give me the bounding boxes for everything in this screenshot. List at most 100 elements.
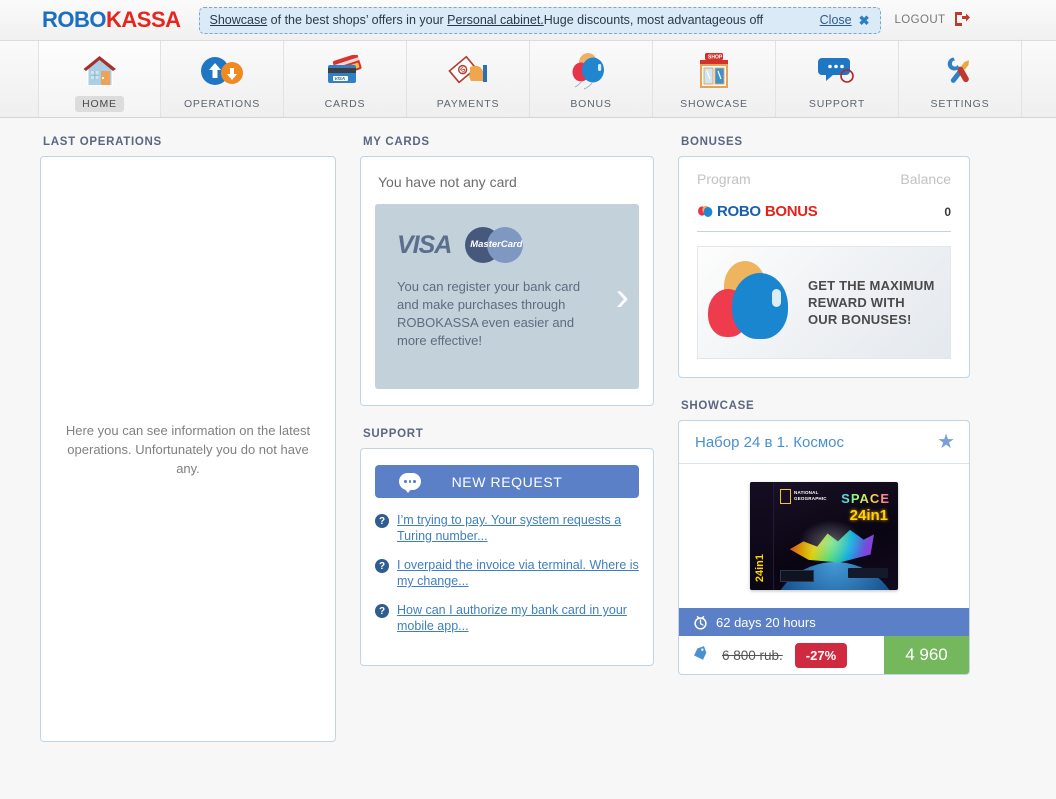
box-count-label: 24in1 [849,507,888,524]
box-space-word: SPACE [841,491,890,506]
nav-item-payments[interactable]: S PAYMENTS [407,41,530,117]
arrows-updown-icon [200,49,244,93]
main-navigation: HOME OPERATIONS VISA CARDS S PAYMENTS BO… [0,41,1056,118]
support-panel: NEW REQUEST ? I’m trying to pay. Your sy… [360,448,654,666]
chat-bubbles-icon [816,49,858,93]
section-title-last-operations: LAST OPERATIONS [43,136,162,148]
section-title-my-cards: MY CARDS [363,136,430,148]
national-geographic-frame-icon [780,489,791,504]
promo-link-personal-cabinet[interactable]: Personal cabinet. [447,13,544,27]
new-price[interactable]: 4 960 [884,636,969,674]
banner-line-3: OUR BONUSES! [808,312,912,327]
faq-item[interactable]: ? I overpaid the invoice via terminal. W… [375,557,639,589]
new-request-button[interactable]: NEW REQUEST [375,465,639,498]
showcase-product-image[interactable]: NATIONAL GEOGRAPHIC SPACE 24in1 24in1 [679,464,969,608]
promo-link-showcase[interactable]: Showcase [210,13,268,27]
no-card-text: You have not any card [378,174,517,190]
balloons-banner-icon [698,247,808,358]
box-brand-line2: GEOGRAPHIC [794,495,827,501]
faq-link[interactable]: How can I authorize my bank card in your… [397,602,639,634]
card-promo-text: You can register your bank card and make… [397,279,581,348]
mastercard-logo: MasterCard [465,227,524,263]
question-icon: ? [375,604,389,618]
faq-item[interactable]: ? I’m trying to pay. Your system request… [375,512,639,544]
discount-badge: -27% [794,642,848,668]
spacecraft-glow [796,518,866,568]
nav-item-support[interactable]: SUPPORT [776,41,899,117]
logout-icon [952,10,971,31]
nav-item-operations[interactable]: OPERATIONS [161,41,284,117]
faq-item[interactable]: ? How can I authorize my bank card in yo… [375,602,639,634]
product-box-art: NATIONAL GEOGRAPHIC SPACE 24in1 24in1 [750,482,898,590]
bonuses-panel: Program Balance ROBO BONUS 0 GET THE MAX… [678,156,970,378]
nav-item-home[interactable]: HOME [38,41,161,117]
promo-close-link[interactable]: Close [820,13,852,27]
nav-label-cards: CARDS [324,98,366,110]
column-my-cards-support: MY CARDS You have not any card VISA Mast… [360,136,654,742]
logo[interactable]: ROBOKASSA [42,7,181,33]
old-price: 6 800 rub. [722,647,783,663]
close-icon[interactable]: ✖ [859,14,870,27]
question-icon: ? [375,559,389,573]
balloons-small-icon [698,205,713,217]
bonuses-banner-text: GET THE MAXIMUM REWARD WITH OUR BONUSES! [808,277,935,328]
nav-label-operations: OPERATIONS [183,98,261,110]
star-icon[interactable]: ★ [937,432,955,452]
bonuses-table-header: Program Balance [697,171,951,187]
money-hand-icon: S [446,49,490,93]
mastercard-label: MasterCard [470,239,523,250]
nav-item-bonus[interactable]: BONUS [530,41,653,117]
showcase-price-row: 6 800 rub. -27% 4 960 [679,636,969,674]
logout-button[interactable]: LOGOUT [895,10,971,31]
bonuses-col-balance: Balance [900,171,951,187]
nav-item-showcase[interactable]: SHOP SHOWCASE [653,41,776,117]
nav-item-settings[interactable]: SETTINGS [899,41,1022,117]
my-cards-panel: You have not any card VISA MasterCard Yo… [360,156,654,406]
logout-label: LOGOUT [894,14,946,26]
top-bar: ROBOKASSA Showcase of the best shops’ of… [0,0,1056,41]
svg-text:SHOP: SHOP [708,54,723,60]
laser-pegs-badge [848,568,888,578]
robobonus-part2: BONUS [764,203,818,220]
card-registration-promo[interactable]: VISA MasterCard You can register your ba… [375,204,639,389]
nav-label-bonus: BONUS [570,98,612,110]
section-title-support: SUPPORT [363,428,424,440]
logo-robo: ROBO [42,7,107,32]
bonuses-row: ROBO BONUS 0 [697,203,951,232]
logo-kassa: KASSA [106,7,181,32]
visa-logo: VISA [397,230,452,259]
house-icon [80,49,120,93]
showcase-header: Набор 24 в 1. Космос ★ [679,421,969,464]
last-operations-panel: Here you can see information on the late… [40,156,336,742]
nav-label-home: HOME [75,96,124,112]
promo-text: Showcase of the best shops’ offers in yo… [210,13,820,27]
chevron-right-icon[interactable]: › [616,277,629,317]
section-title-bonuses: BONUSES [681,136,743,148]
shop-icon: SHOP [693,49,735,93]
promo-banner: Showcase of the best shops’ offers in yo… [198,6,881,34]
faq-link[interactable]: I’m trying to pay. Your system requests … [397,512,639,544]
faq-link[interactable]: I overpaid the invoice via terminal. Whe… [397,557,639,589]
new-request-label: NEW REQUEST [451,473,563,490]
showcase-product-title[interactable]: Набор 24 в 1. Космос [695,434,844,451]
faq-list: ? I’m trying to pay. Your system request… [375,512,639,634]
showcase-timer: 62 days 20 hours [679,608,969,636]
nav-item-cards[interactable]: VISA CARDS [284,41,407,117]
showcase-panel: Набор 24 в 1. Космос ★ NATIONAL GEOGRAPH… [678,420,970,675]
spine-count-label: 24in1 [754,553,766,582]
column-bonuses-showcase: BONUSES Program Balance ROBO BONUS 0 GET… [678,136,970,742]
box-brand-text: NATIONAL GEOGRAPHIC [794,490,827,501]
bank-cards-icon: VISA [322,49,368,93]
banner-line-2: REWARD WITH [808,295,905,310]
nav-label-support: SUPPORT [808,98,866,110]
nav-label-showcase: SHOWCASE [680,98,748,110]
clock-icon [693,615,708,630]
warning-badge [780,570,814,582]
svg-text:VISA: VISA [334,76,345,81]
showcase-timer-text: 62 days 20 hours [716,614,816,630]
bonuses-balance-value: 0 [944,204,951,219]
promo-mid-text: of the best shops’ offers in your [267,13,448,27]
bonuses-col-program: Program [697,171,751,187]
bonuses-banner[interactable]: GET THE MAXIMUM REWARD WITH OUR BONUSES! [697,246,951,359]
price-tag-icon [690,643,712,667]
